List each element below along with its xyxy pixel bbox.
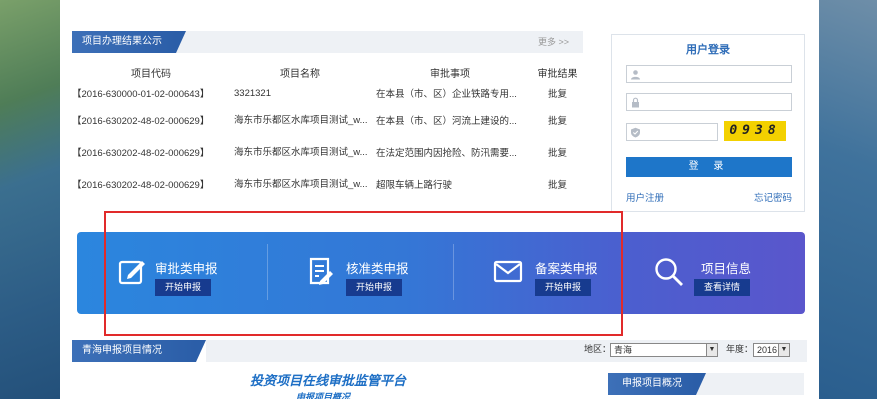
captcha-input[interactable] bbox=[645, 125, 715, 139]
project-name[interactable]: 海东市乐都区水库项目测试_w... bbox=[230, 168, 370, 200]
background-left bbox=[0, 0, 60, 399]
chart-subtitle: 申报项目概况 bbox=[296, 392, 351, 399]
project-name[interactable]: 3321321 bbox=[230, 82, 370, 104]
login-button[interactable]: 登 录 bbox=[626, 157, 792, 177]
shield-icon bbox=[630, 127, 641, 138]
captcha-image[interactable]: 0938 bbox=[724, 121, 786, 141]
chevron-down-icon: ▼ bbox=[778, 344, 789, 356]
login-title: 用户登录 bbox=[686, 44, 730, 56]
column-header-code: 项目代码 bbox=[131, 68, 171, 80]
results-table: 项目代码 项目名称 审批事项 审批结果 【2016-630000-01-02-0… bbox=[72, 62, 585, 200]
login-panel: 用户登录 0938 登 录 用户注册 忘记密码 bbox=[611, 34, 805, 212]
column-header-result: 审批结果 bbox=[537, 68, 578, 80]
year-value: 2016 bbox=[757, 345, 778, 355]
main-page: 项目办理结果公示 更多 >> 项目代码 项目名称 审批事项 审批结果 【2016… bbox=[60, 0, 819, 399]
overview-section-header: 申报项目概况 bbox=[608, 373, 804, 395]
action-card-project-info[interactable]: 项目信息 查看详情 bbox=[639, 232, 805, 314]
project-name[interactable]: 海东市乐都区水库项目测试_w... bbox=[230, 136, 370, 168]
status-section-header: 青海申报项目情况 bbox=[72, 340, 206, 362]
region-label: 地区： bbox=[584, 344, 612, 354]
captcha-field[interactable] bbox=[626, 123, 718, 141]
approval-result: 批复 bbox=[547, 89, 567, 100]
background-right bbox=[819, 0, 877, 399]
view-details-button[interactable]: 查看详情 bbox=[694, 279, 751, 296]
user-icon bbox=[630, 69, 641, 80]
password-field[interactable] bbox=[626, 93, 792, 111]
year-label: 年度： bbox=[726, 344, 754, 354]
approval-result: 批复 bbox=[547, 116, 567, 127]
project-code: 【2016-630000-01-02-000643】 bbox=[72, 89, 210, 100]
password-input[interactable] bbox=[645, 95, 785, 109]
chart-title: 投资项目在线审批监管平台 bbox=[250, 373, 407, 388]
region-value: 青海 bbox=[614, 345, 633, 355]
project-name[interactable]: 海东市乐都区水库项目测试_w... bbox=[230, 104, 370, 136]
table-header-row: 项目代码 项目名称 审批事项 审批结果 bbox=[72, 62, 585, 82]
table-row[interactable]: 【2016-630000-01-02-000643】 3321321 在本县（市… bbox=[72, 82, 585, 104]
lock-icon bbox=[630, 97, 641, 108]
forgot-password-link[interactable]: 忘记密码 bbox=[754, 190, 792, 204]
project-code: 【2016-630202-48-02-000629】 bbox=[72, 148, 210, 159]
approval-result: 批复 bbox=[547, 180, 567, 191]
approval-item: 超限车辆上路行驶 bbox=[376, 180, 453, 191]
action-title: 项目信息 bbox=[701, 262, 752, 276]
register-link[interactable]: 用户注册 bbox=[626, 190, 664, 204]
overview-title: 申报项目概况 bbox=[608, 373, 706, 395]
approval-result: 批复 bbox=[547, 148, 567, 159]
username-field[interactable] bbox=[626, 65, 792, 83]
username-input[interactable] bbox=[645, 67, 785, 81]
column-header-item: 审批事项 bbox=[430, 68, 470, 80]
project-code: 【2016-630202-48-02-000629】 bbox=[72, 180, 210, 191]
chevron-down-icon: ▼ bbox=[706, 344, 717, 356]
results-section-header: 项目办理结果公示 更多 >> bbox=[72, 31, 583, 53]
highlight-box bbox=[104, 211, 623, 336]
search-icon bbox=[653, 256, 683, 286]
approval-item: 在本县（市、区）河流上建设的... bbox=[376, 116, 517, 127]
approval-item: 在本县（市、区）企业铁路专用... bbox=[376, 89, 517, 100]
results-section-title: 项目办理结果公示 bbox=[72, 31, 186, 53]
column-header-name: 项目名称 bbox=[280, 68, 320, 80]
region-select[interactable]: 青海 ▼ bbox=[610, 343, 718, 357]
table-row[interactable]: 【2016-630202-48-02-000629】 海东市乐都区水库项目测试_… bbox=[72, 104, 585, 136]
status-section-title: 青海申报项目情况 bbox=[72, 340, 206, 362]
table-row[interactable]: 【2016-630202-48-02-000629】 海东市乐都区水库项目测试_… bbox=[72, 136, 585, 168]
project-code: 【2016-630202-48-02-000629】 bbox=[72, 116, 210, 127]
year-select[interactable]: 2016 ▼ bbox=[753, 343, 790, 357]
approval-item: 在法定范围内因抢险、防汛需要... bbox=[376, 148, 517, 159]
more-link[interactable]: 更多 >> bbox=[538, 31, 569, 53]
table-row[interactable]: 【2016-630202-48-02-000629】 海东市乐都区水库项目测试_… bbox=[72, 168, 585, 200]
